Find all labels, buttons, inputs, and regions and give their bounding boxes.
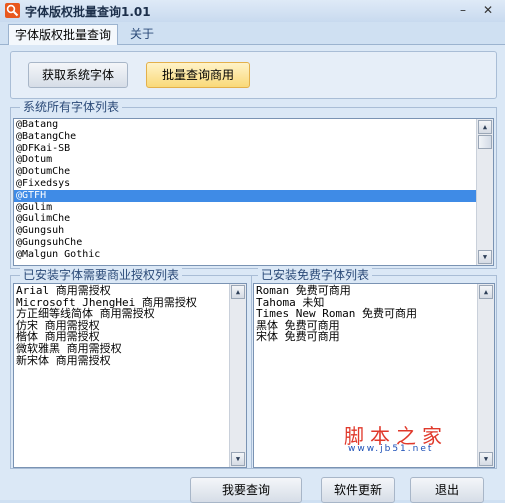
title-bar: 字体版权批量查询1.01 – ✕ <box>0 0 505 22</box>
window-title: 字体版权批量查询1.01 <box>25 5 151 19</box>
close-button[interactable]: ✕ <box>477 2 499 19</box>
minimize-button[interactable]: – <box>452 2 474 19</box>
batch-query-commercial-button[interactable]: 批量查询商用 <box>146 62 250 88</box>
watermark-url: www.jb51.net <box>348 444 434 454</box>
get-system-fonts-button[interactable]: 获取系统字体 <box>28 62 128 88</box>
list-item[interactable]: @BatangChe <box>14 131 493 143</box>
license-list-title: 已安装字体需要商业授权列表 <box>20 268 183 282</box>
list-item[interactable]: @GungsuhChe <box>14 237 493 249</box>
tab-bar: 字体版权批量查询 关于 <box>0 22 505 46</box>
triangle-down-icon[interactable]: ▼ <box>231 452 245 466</box>
tab-about[interactable]: 关于 <box>124 24 160 44</box>
minimize-icon: – <box>460 3 466 17</box>
toolbar-box: 获取系统字体 批量查询商用 <box>10 51 497 99</box>
list-item[interactable]: @Dotum <box>14 154 493 166</box>
license-list-items: Arial 商用需授权 Microsoft JhengHei 商用需授权 方正细等线… <box>14 285 246 366</box>
list-item[interactable]: 宋体 免费可商用 <box>254 331 494 343</box>
software-update-button[interactable]: 软件更新 <box>321 477 395 503</box>
free-list-items: Roman 免费可商用 Tahoma 未知 Times New Roman 免费可商… <box>254 285 494 343</box>
list-item[interactable]: @Malgun Gothic <box>14 249 493 261</box>
magnifier-icon <box>5 3 20 18</box>
list-item[interactable]: @DFKai-SB <box>14 143 493 155</box>
list-item[interactable]: Roman 免费可商用 <box>254 285 494 297</box>
list-item[interactable]: 新宋体 商用需授权 <box>14 354 246 367</box>
triangle-up-icon[interactable]: ▲ <box>231 285 245 299</box>
font-listbox[interactable]: @Batang @BatangChe @DFKai-SB @Dotum @DotumCh… <box>13 118 494 266</box>
list-item[interactable]: Arial 商用需授权 <box>14 285 246 297</box>
triangle-up-icon[interactable]: ▲ <box>478 120 492 134</box>
list-item[interactable]: @DotumChe <box>14 166 493 178</box>
list-item[interactable]: 微软雅黑 商用需授权 <box>14 343 246 355</box>
scroll-thumb[interactable] <box>478 135 492 149</box>
font-list-items: @Batang @BatangChe @DFKai-SB @Dotum @DotumCh… <box>14 119 493 261</box>
tab-batch-query[interactable]: 字体版权批量查询 <box>8 24 119 46</box>
query-button[interactable]: 我要查询 <box>190 477 302 503</box>
free-list-scrollbar[interactable]: ▲ ▼ <box>477 284 494 467</box>
footer-bar: 我要查询 软件更新 退出 <box>0 477 505 503</box>
triangle-up-icon[interactable]: ▲ <box>479 285 493 299</box>
list-item[interactable]: @Batang <box>14 119 493 131</box>
list-item[interactable]: @GulimChe <box>14 213 493 225</box>
license-listbox[interactable]: Arial 商用需授权 Microsoft JhengHei 商用需授权 方正细等线… <box>13 283 247 468</box>
list-item[interactable]: @GTFH <box>14 189 493 202</box>
font-list-scrollbar[interactable]: ▲ ▼ <box>476 119 493 265</box>
free-list-title: 已安装免费字体列表 <box>258 268 373 282</box>
exit-button[interactable]: 退出 <box>410 477 484 503</box>
triangle-down-icon[interactable]: ▼ <box>478 250 492 264</box>
list-item[interactable]: @Gulim <box>14 202 493 214</box>
font-list-title: 系统所有字体列表 <box>20 100 123 114</box>
list-item[interactable]: @Fixedsys <box>14 178 493 190</box>
license-list-scrollbar[interactable]: ▲ ▼ <box>229 284 246 467</box>
triangle-down-icon[interactable]: ▼ <box>479 452 493 466</box>
list-item[interactable]: @Gungsuh <box>14 225 493 237</box>
close-icon: ✕ <box>482 3 494 17</box>
